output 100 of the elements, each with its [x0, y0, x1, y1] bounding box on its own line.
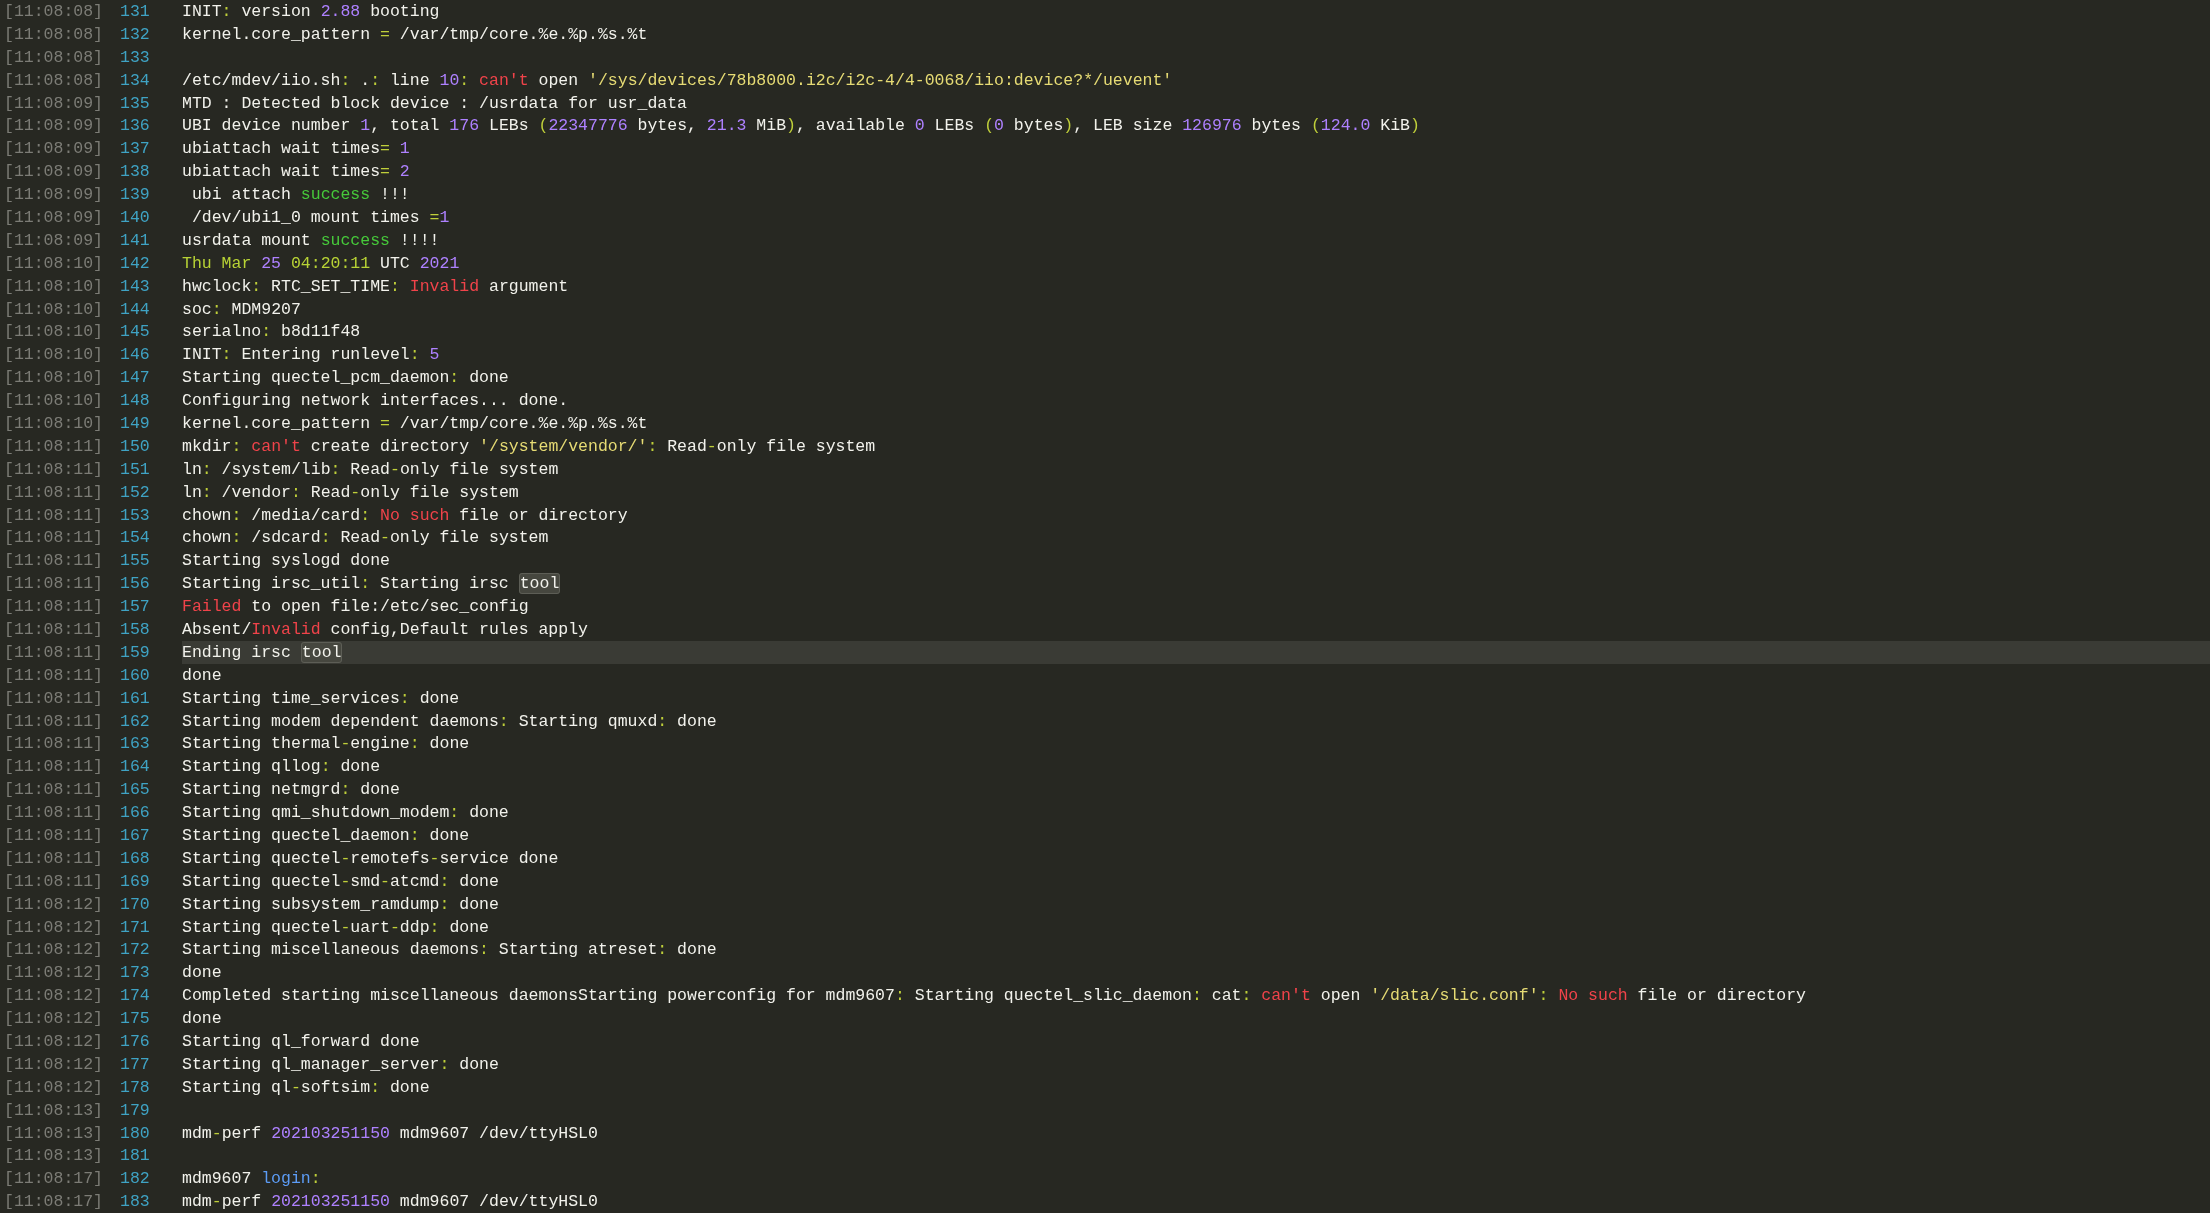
line-number: 135 — [119, 93, 151, 113]
line-number: 154 — [119, 528, 151, 548]
line-number: 152 — [119, 482, 151, 502]
line-number: 181 — [119, 1146, 151, 1166]
line-number: 137 — [119, 139, 151, 159]
log-text: kernel.core_pattern = /var/tmp/core.%e.%p.%s.%t — [182, 413, 648, 433]
log-text: /dev/ubi1_0 mount times =1 — [190, 207, 450, 227]
log-timestamp: [11:08:11] — [3, 482, 105, 502]
line-number: 139 — [119, 185, 151, 205]
line-number: 177 — [119, 1054, 151, 1074]
line-number: 158 — [119, 620, 151, 639]
log-timestamp: [11:08:10] — [3, 345, 105, 365]
log-text: serialno: b8d11f48 — [182, 322, 361, 342]
line-number: 141 — [119, 230, 151, 250]
log-text: mkdir: can't create directory '/system/vendor/': Read-only file system — [182, 436, 876, 456]
log-timestamp: [11:08:11] — [3, 620, 105, 639]
log-timestamp: [11:08:08] — [3, 1, 105, 21]
log-text: usrdata mount success !!!! — [182, 230, 440, 250]
log-text: Absent/Invalid config,Default rules apply — [182, 620, 588, 639]
log-timestamp: [11:08:11] — [3, 848, 105, 868]
line-number: 171 — [119, 917, 151, 937]
log-timestamp: [11:08:17] — [3, 1192, 105, 1212]
log-timestamp: [11:08:11] — [3, 780, 105, 800]
log-timestamp: [11:08:12] — [3, 963, 105, 983]
log-text: Starting qmi_shutdown_modem: done — [182, 803, 509, 823]
log-text: soc: MDM9207 — [182, 299, 301, 319]
log-text: Starting ql-softsim: done — [182, 1077, 430, 1097]
log-text: INIT: Entering runlevel: 5 — [182, 345, 440, 365]
log-timestamp: [11:08:11] — [3, 597, 105, 617]
log-text: hwclock: RTC_SET_TIME: Invalid argument — [182, 276, 569, 296]
log-timestamp: [11:08:12] — [3, 940, 105, 960]
log-timestamp: [11:08:12] — [3, 1009, 105, 1029]
log-text: UBI device number 1, total 176 LEBs (22347776 bytes, 21.3 MiB), available 0 LEBs (0 bytes), LEB size 126976 bytes (124.0 KiB) — [182, 116, 1420, 136]
line-number: 173 — [119, 963, 151, 983]
log-text: Starting ql_manager_server: done — [182, 1054, 499, 1074]
log-timestamp: [11:08:09] — [3, 162, 105, 182]
log-text: done — [182, 963, 222, 983]
line-number: 167 — [119, 826, 151, 845]
log-timestamp: [11:08:10] — [3, 253, 105, 273]
line-number: 142 — [119, 253, 151, 273]
line-number: 136 — [119, 116, 151, 136]
line-number: 147 — [119, 368, 151, 388]
line-number: 178 — [119, 1077, 151, 1097]
log-timestamp: [11:08:11] — [3, 711, 105, 731]
line-number: 166 — [119, 803, 151, 823]
line-number: 148 — [119, 391, 151, 411]
log-text: Starting quectel_pcm_daemon: done — [182, 368, 509, 388]
log-text: chown: /media/card: No such file or directory — [182, 505, 628, 525]
log-timestamp: [11:08:10] — [3, 322, 105, 342]
line-number: 131 — [119, 1, 151, 21]
log-text: Starting syslogd done — [182, 551, 390, 571]
log-timestamp: [11:08:08] — [3, 70, 105, 90]
log-text: Starting irsc_util: Starting irsc tool — [182, 574, 561, 594]
log-text: Ending irsc tool — [182, 642, 343, 662]
log-timestamp: [11:08:11] — [3, 871, 105, 891]
line-number: 183 — [119, 1192, 151, 1212]
line-number: 155 — [119, 551, 151, 571]
line-number: 157 — [119, 597, 151, 617]
line-number: 162 — [119, 711, 151, 731]
log-timestamp: [11:08:08] — [3, 47, 105, 67]
line-number: 134 — [119, 70, 151, 90]
log-timestamp: [11:08:11] — [3, 734, 105, 754]
log-timestamp: [11:08:10] — [3, 391, 105, 411]
log-text: kernel.core_pattern = /var/tmp/core.%e.%p.%s.%t — [182, 24, 648, 44]
log-text: Starting modem dependent daemons: Starting qmuxd: done — [182, 711, 717, 731]
line-number: 146 — [119, 345, 151, 365]
log-text: ubiattach wait times= 2 — [182, 162, 410, 182]
log-timestamp: [11:08:09] — [3, 185, 105, 205]
log-text: done — [182, 665, 222, 685]
log-text: ubi attach success !!! — [190, 185, 410, 205]
log-text: MTD : Detected block device : /usrdata for usr_data — [182, 93, 687, 113]
line-number: 163 — [119, 734, 151, 754]
log-text: Starting subsystem_ramdump: done — [182, 894, 499, 914]
line-number: 151 — [119, 459, 151, 479]
line-number: 133 — [119, 47, 151, 67]
log-text: Configuring network interfaces... done. — [182, 391, 569, 411]
line-number: 150 — [119, 436, 151, 456]
log-text: /etc/mdev/iio.sh: .: line 10: can't open '/sys/devices/78b8000.i2c/i2c-4/4-0068/iio:device?*/uevent' — [182, 70, 1173, 90]
line-number: 175 — [119, 1009, 151, 1029]
log-text: Starting ql_forward done — [182, 1032, 420, 1051]
line-number: 149 — [119, 413, 151, 433]
line-number: 169 — [119, 871, 151, 891]
line-number: 132 — [119, 24, 151, 44]
line-number: 179 — [119, 1100, 151, 1120]
log-text: chown: /sdcard: Read-only file system — [182, 528, 549, 548]
log-text: Starting quectel-remotefs-service done — [182, 848, 559, 868]
line-number: 153 — [119, 505, 151, 525]
log-timestamp: [11:08:11] — [3, 757, 105, 777]
log-timestamp: [11:08:10] — [3, 276, 105, 296]
log-timestamp: [11:08:11] — [3, 505, 105, 525]
log-timestamp: [11:08:11] — [3, 803, 105, 823]
log-text: done — [182, 1009, 222, 1029]
log-text: Starting time_services: done — [182, 688, 460, 708]
line-number: 174 — [119, 986, 151, 1006]
log-timestamp: [11:08:11] — [3, 665, 105, 685]
log-text: ln: /vendor: Read-only file system — [182, 482, 519, 502]
log-timestamp: [11:08:10] — [3, 299, 105, 319]
log-timestamp: [11:08:09] — [3, 207, 105, 227]
log-text: ln: /system/lib: Read-only file system — [182, 459, 559, 479]
log-text: Starting qllog: done — [182, 757, 381, 777]
